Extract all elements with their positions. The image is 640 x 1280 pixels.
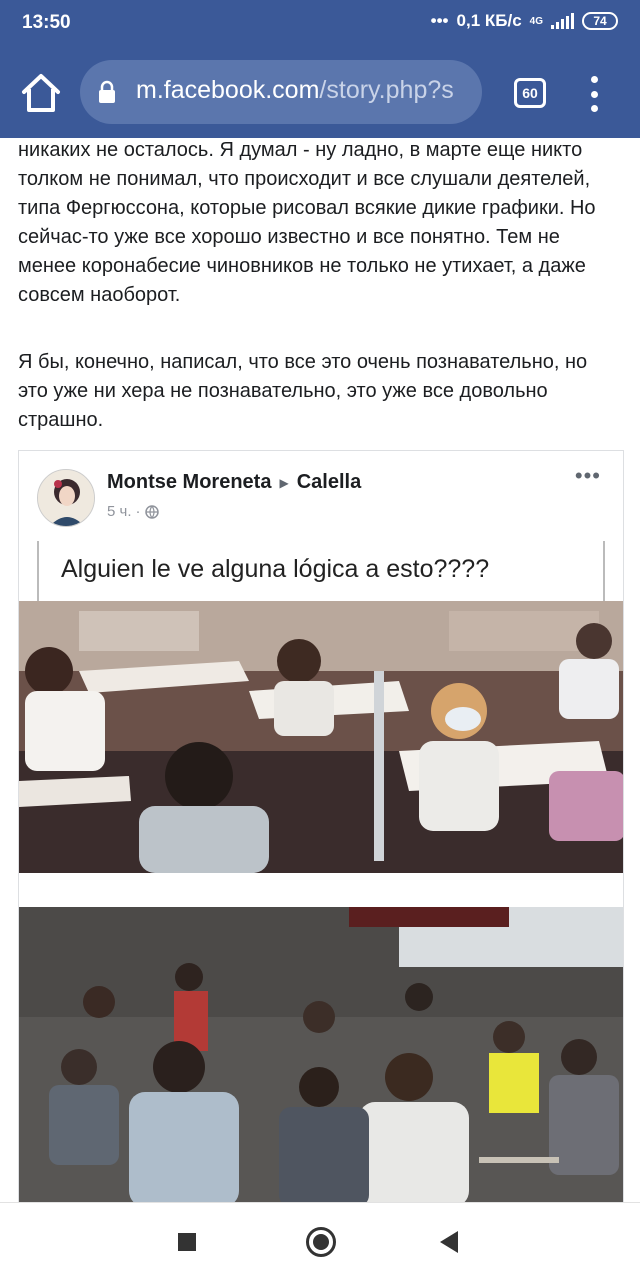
battery-icon: 74 bbox=[582, 12, 618, 30]
post-options-button[interactable]: ••• bbox=[575, 463, 601, 489]
arrow-right-icon: ▶ bbox=[279, 475, 289, 490]
signal-icon bbox=[551, 13, 574, 29]
avatar-illustration bbox=[38, 470, 94, 526]
caption-text: Alguien le ve alguna lógica a esto???? bbox=[61, 555, 490, 583]
image-caption: Alguien le ve alguna lógica a esto???? bbox=[37, 541, 605, 601]
url-host: m.facebook.com bbox=[136, 76, 320, 104]
cafe-illustration bbox=[19, 907, 623, 1202]
cafe-terrace-photo[interactable] bbox=[19, 907, 623, 1202]
recent-apps-button[interactable] bbox=[178, 1233, 196, 1251]
embedded-post[interactable]: Montse Moreneta ▶ Calella 5 ч. · ••• Algui… bbox=[18, 450, 624, 1202]
home-nav-button[interactable] bbox=[306, 1227, 336, 1257]
system-navigation-bar bbox=[0, 1202, 640, 1280]
home-button[interactable] bbox=[18, 70, 64, 116]
article-paragraph: Я бы, конечно, написал, что все это очен… bbox=[18, 351, 588, 431]
lock-icon bbox=[99, 80, 115, 103]
menu-dot-icon bbox=[590, 105, 598, 112]
globe-icon bbox=[144, 504, 159, 519]
tab-switcher-button[interactable]: 60 bbox=[514, 78, 546, 108]
post-time[interactable]: 5 ч. bbox=[107, 503, 132, 520]
home-icon bbox=[22, 74, 60, 112]
back-button[interactable] bbox=[440, 1231, 458, 1253]
status-time: 13:50 bbox=[22, 12, 71, 33]
status-bar: 13:50 ••• 0,1 КБ/с 4G 74 bbox=[0, 0, 640, 48]
menu-dot-icon bbox=[590, 76, 598, 83]
post-author[interactable]: Montse Moreneta bbox=[107, 471, 271, 493]
post-place[interactable]: Calella bbox=[297, 471, 361, 493]
network-speed: 0,1 КБ/с bbox=[456, 11, 522, 30]
classroom-photo[interactable] bbox=[19, 601, 623, 873]
article-paragraph: никаких не осталось. Я думал - ну ладно,… bbox=[18, 139, 596, 306]
post-header: Montse Moreneta ▶ Calella bbox=[107, 471, 361, 494]
status-icons: ••• 0,1 КБ/с 4G 74 bbox=[431, 11, 618, 31]
post-meta: 5 ч. · bbox=[107, 503, 159, 520]
url-text: m.facebook.com/story.php?s bbox=[136, 76, 454, 105]
status-dots: ••• bbox=[430, 11, 449, 30]
browser-menu-button[interactable] bbox=[584, 74, 604, 114]
menu-dot-icon bbox=[590, 90, 598, 98]
url-path: /story.php?s bbox=[319, 76, 454, 104]
avatar[interactable] bbox=[37, 469, 95, 527]
network-type: 4G bbox=[529, 15, 543, 27]
address-bar[interactable]: m.facebook.com/story.php?s bbox=[80, 60, 482, 124]
classroom-illustration bbox=[19, 601, 623, 873]
page-content: никаких не осталось. Я думал - ну ладно,… bbox=[0, 138, 640, 1202]
browser-toolbar: m.facebook.com/story.php?s 60 bbox=[0, 48, 640, 138]
